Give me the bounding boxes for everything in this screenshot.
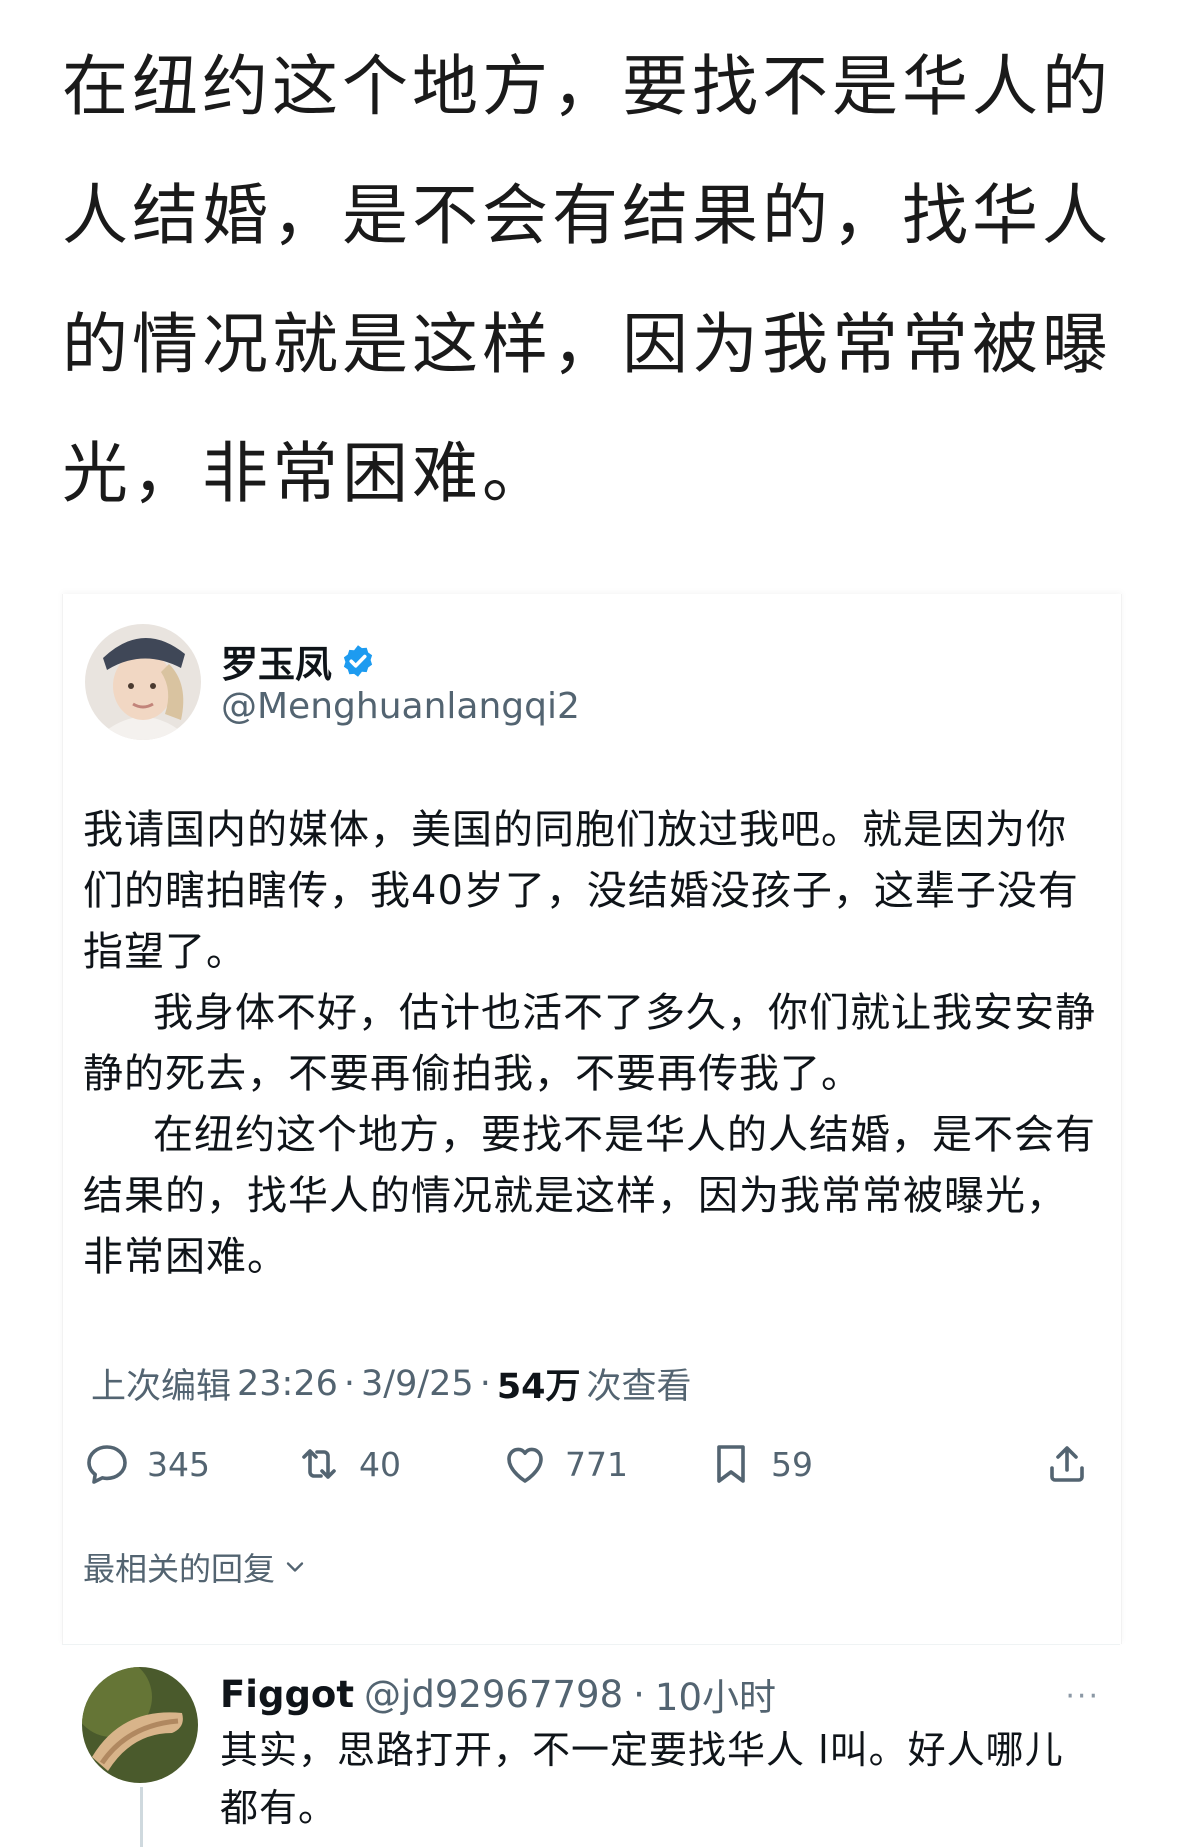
reply-author-handle[interactable]: @jd92967798	[364, 1673, 623, 1716]
reply-sort-dropdown[interactable]: 最相关的回复	[83, 1544, 309, 1590]
share-icon	[1050, 1446, 1084, 1482]
intro-caption: 在纽约这个地方，要找不是华人的人结婚，是不会有结果的，找华人的情况就是这样，因为…	[62, 48, 1112, 512]
reply-author-name[interactable]: Figgot	[220, 1673, 354, 1716]
thread-line	[140, 1787, 143, 1847]
bookmark-icon	[717, 1445, 745, 1483]
heart-icon	[507, 1447, 543, 1483]
reply-item[interactable]: Figgot @jd92967798 · 10小时 ··· 其实，思路打开，不一…	[62, 1644, 1120, 1847]
meta-separator: ·	[343, 1363, 356, 1404]
tweet-paragraph: 我请国内的媒体，美国的同胞们放过我吧。就是因为你们的瞎拍瞎传，我40岁了，没结婚…	[83, 807, 1079, 975]
retweet-icon	[302, 1449, 336, 1479]
chevron-down-icon	[286, 1562, 304, 1572]
reply-avatar[interactable]	[82, 1667, 198, 1783]
author-avatar-image	[85, 624, 201, 740]
tweet-paragraph: 在纽约这个地方，要找不是华人的人结婚，是不会有结果的，找华人的情况就是这样，因为…	[83, 1112, 1096, 1280]
verified-badge-icon	[343, 645, 373, 677]
bookmark-count: 59	[771, 1444, 813, 1484]
reply-sort-label: 最相关的回复	[83, 1550, 276, 1588]
author-display-name[interactable]: 罗玉凤	[221, 634, 332, 688]
views-count: 54万	[496, 1367, 581, 1407]
author-avatar[interactable]	[85, 624, 201, 740]
post-date[interactable]: 3/9/25	[361, 1364, 474, 1404]
tweet-text: 我请国内的媒体，美国的同胞们放过我吧。就是因为你们的瞎拍瞎传，我40岁了，没结婚…	[83, 800, 1103, 1288]
retweet-button[interactable]: 40	[295, 1440, 401, 1488]
share-button[interactable]	[1043, 1440, 1091, 1488]
reply-time[interactable]: 10小时	[655, 1667, 776, 1721]
tweet-paragraph: 我身体不好，估计也活不了多久，你们就让我安安静静的死去，不要再偷拍我，不要再传我…	[83, 990, 1096, 1097]
tweet-card[interactable]: 罗玉凤 @Menghuanlangqi2 我请国内的媒体，美国的同胞们放过我吧。…	[62, 594, 1122, 1644]
reply-icon	[87, 1445, 127, 1484]
views-label: 次查看	[586, 1367, 692, 1407]
reply-count: 345	[147, 1444, 210, 1484]
reply-separator: ·	[633, 1672, 645, 1716]
more-options-icon[interactable]: ···	[1065, 1679, 1100, 1714]
meta-separator: ·	[479, 1363, 491, 1404]
like-button[interactable]: 771	[501, 1440, 628, 1488]
bookmark-button[interactable]: 59	[707, 1440, 813, 1488]
tweet-meta: 上次编辑 23:26 · 3/9/25 · 54万 次查看	[91, 1358, 692, 1409]
post-time[interactable]: 23:26	[237, 1364, 338, 1404]
edited-label[interactable]: 上次编辑	[91, 1358, 231, 1409]
reply-avatar-image	[82, 1667, 198, 1783]
like-count: 771	[565, 1444, 628, 1484]
tweet-actions: 345 40 771 59	[83, 1440, 1093, 1500]
retweet-count: 40	[359, 1444, 401, 1484]
reply-button[interactable]: 345	[83, 1440, 210, 1488]
reply-text: 其实，思路打开，不一定要找华人 l叫。好人哪儿都有。	[220, 1728, 1064, 1830]
author-handle[interactable]: @Menghuanlangqi2	[221, 686, 580, 727]
